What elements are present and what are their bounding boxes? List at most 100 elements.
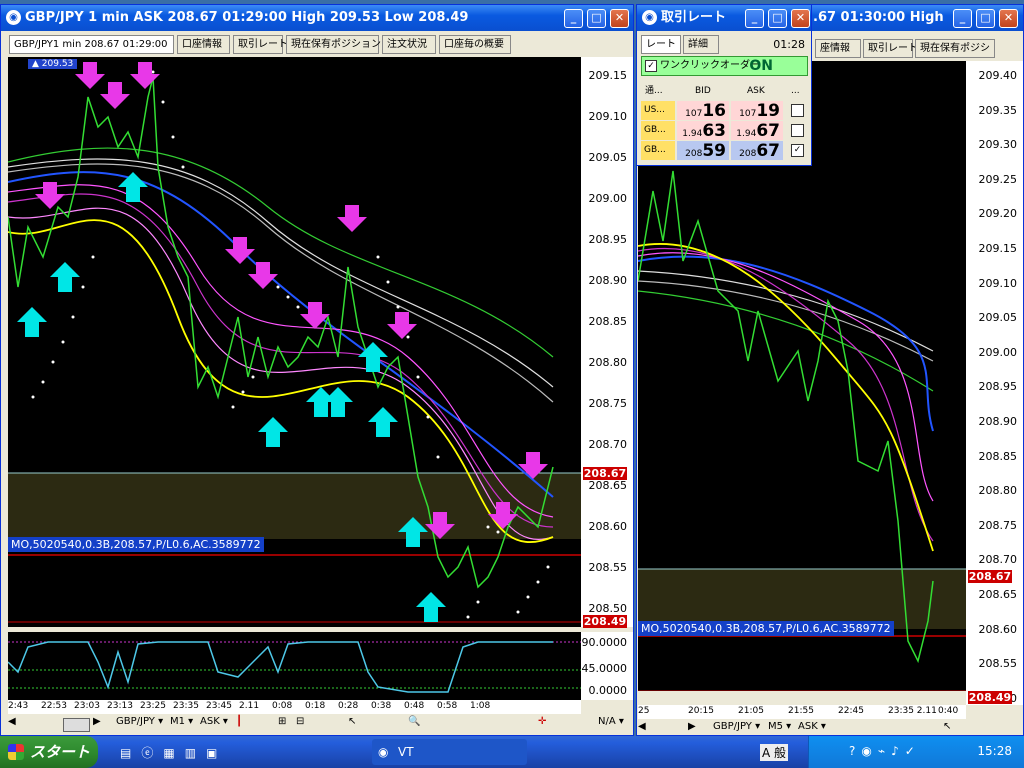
tab-positions[interactable]: 現在保有ポジション: [286, 35, 381, 54]
system-tray: ?◉⌁♪✓ 15:28: [808, 736, 1024, 768]
ask-cell[interactable]: 1.9467: [731, 121, 783, 141]
ask-big: 67: [756, 141, 780, 161]
time-tick: 0:40: [938, 706, 959, 716]
side-select[interactable]: ASK ▾: [798, 721, 826, 732]
taskbar-item-vt[interactable]: ◉ VT: [372, 739, 527, 765]
rate-table-header: 通... BID ASK ...: [641, 81, 806, 101]
price-tick: 208.65: [588, 479, 628, 492]
scroll-left-button[interactable]: ◀: [8, 716, 16, 727]
row-checkbox[interactable]: [791, 124, 804, 137]
sell-arrow: [248, 262, 278, 289]
tab-trade-rate[interactable]: 取引レート: [233, 35, 288, 54]
scrollbar-thumb[interactable]: [63, 718, 90, 732]
oneclick-checkbox[interactable]: ✓: [645, 60, 657, 72]
taskbar: スタート ▤ⓔ▦▥▣ ◉ VT A 般 ?◉⌁♪✓ 15:28: [0, 736, 1024, 768]
time-tick: 0:18: [305, 701, 326, 711]
zoom-in-icon[interactable]: ⊞: [278, 716, 286, 727]
scroll-right-button[interactable]: ▶: [688, 721, 696, 732]
ime-bar[interactable]: A 般: [760, 744, 789, 761]
timeframe-select[interactable]: M1 ▾: [170, 716, 193, 727]
maximize-button[interactable]: □: [587, 9, 606, 28]
side-select[interactable]: ASK ▾: [200, 716, 228, 727]
desktop-icon[interactable]: ▤: [120, 746, 141, 760]
sell-arrow: [337, 205, 367, 232]
minimize-button[interactable]: _: [564, 9, 583, 28]
ie-icon[interactable]: ⓔ: [141, 746, 163, 760]
rate-row[interactable]: GB... 20859 20867 ✓: [641, 141, 806, 161]
price-tick: 209.10: [978, 276, 1018, 290]
rate-window-titlebar[interactable]: ◉ 取引レート _ □ ✕: [637, 5, 811, 31]
maximize-button[interactable]: □: [976, 9, 995, 28]
ask-small: 1.94: [736, 129, 757, 139]
tab-orders[interactable]: 注文状況: [382, 35, 436, 54]
pair-select[interactable]: GBP/JPY ▾: [116, 716, 163, 727]
tab-chart[interactable]: GBP/JPY1 min 208.67 01:29:00: [9, 35, 174, 54]
price-tick: 208.90: [978, 415, 1018, 428]
low-price-tag: 208.49: [583, 615, 627, 628]
tray-icons[interactable]: ?◉⌁♪✓: [849, 744, 921, 758]
scroll-left-button[interactable]: ◀: [638, 721, 646, 732]
rate-row[interactable]: GB... 1.9463 1.9467: [641, 121, 806, 141]
folder-icon[interactable]: ▣: [206, 746, 227, 760]
time-axis: 2:43 22:53 23:03 23:13 23:25 23:35 23:45 2.11 0:…: [8, 700, 581, 714]
buy-arrow: [17, 307, 47, 337]
minimize-button[interactable]: _: [745, 9, 764, 28]
tab-detail[interactable]: 詳細: [683, 35, 719, 54]
tab-positions[interactable]: 現在保有ポジシ: [915, 39, 995, 58]
position-label[interactable]: MO,5020540,0.3B,208.57,P/L0.6,AC.3589772: [638, 621, 894, 636]
buy-arrow: [416, 592, 446, 622]
rate-time: 01:28: [773, 38, 805, 51]
ask-cell[interactable]: 10719: [731, 101, 783, 121]
start-button[interactable]: スタート: [0, 736, 98, 768]
time-tick: 23:03: [74, 701, 100, 711]
rate-row[interactable]: US... 10716 10719: [641, 101, 806, 121]
doc-icon[interactable]: ▥: [185, 746, 206, 760]
tab-account-info[interactable]: 口座情報: [177, 35, 230, 54]
bid-cell[interactable]: 1.9463: [677, 121, 729, 141]
cursor-icon[interactable]: ↖: [348, 716, 356, 727]
sell-arrow: [100, 82, 130, 109]
bid-cell[interactable]: 10716: [677, 101, 729, 121]
tab-rate[interactable]: レート: [641, 35, 681, 54]
task-label: VT: [398, 745, 414, 759]
sell-arrow: [130, 62, 160, 89]
minimize-button[interactable]: _: [953, 9, 972, 28]
maximize-button[interactable]: □: [768, 9, 787, 28]
scroll-right-button[interactable]: ▶: [93, 716, 101, 727]
close-button[interactable]: ✕: [791, 9, 810, 28]
time-tick: 23:45: [206, 701, 232, 711]
row-checkbox[interactable]: ✓: [791, 144, 804, 157]
row-checkbox[interactable]: [791, 104, 804, 117]
bid-small: 1.94: [682, 129, 703, 139]
sell-arrow: [75, 62, 105, 89]
ask-cell[interactable]: 20867: [731, 141, 783, 161]
sell-arrow: [387, 312, 417, 339]
close-button[interactable]: ✕: [999, 9, 1018, 28]
timeframe-select[interactable]: M5 ▾: [768, 721, 791, 732]
close-button[interactable]: ✕: [610, 9, 629, 28]
app-shortcut-icon[interactable]: ▦: [163, 746, 184, 760]
price-tick: 208.50: [588, 602, 628, 615]
oneclick-order-toggle[interactable]: ✓ ワンクリックオーダー ON: [641, 56, 808, 76]
price-tick: 208.95: [588, 233, 628, 246]
zoom-out-icon[interactable]: ⊟: [296, 716, 304, 727]
tab-trade-rate[interactable]: 取引レート: [863, 39, 918, 58]
oneclick-state: ON: [749, 58, 773, 74]
crosshair-icon[interactable]: ✛: [538, 716, 546, 727]
candle-icon[interactable]: ┃: [236, 716, 242, 727]
bid-cell[interactable]: 20859: [677, 141, 729, 161]
oscillator-chart[interactable]: [8, 632, 581, 700]
na-select[interactable]: N/A ▾: [598, 716, 624, 727]
tab-account-summary[interactable]: 口座毎の概要: [439, 35, 511, 54]
search-icon[interactable]: 🔍: [408, 716, 420, 727]
position-label[interactable]: MO,5020540,0.3B,208.57,P/L0.6,AC.3589772: [8, 537, 264, 552]
main-chart-window: ◉ GBP/JPY 1 min ASK 208.67 01:29:00 High…: [0, 4, 634, 736]
pair-select[interactable]: GBP/JPY ▾: [713, 721, 760, 732]
price-tick: 208.55: [588, 561, 628, 574]
second-price-axis: 209.40 209.35 209.30 209.25 209.20 209.15 209.…: [966, 61, 1023, 705]
cursor-icon[interactable]: ↖: [943, 721, 951, 732]
main-window-titlebar[interactable]: ◉ GBP/JPY 1 min ASK 208.67 01:29:00 High…: [1, 5, 633, 31]
price-chart[interactable]: ▲ 209.53 MO,5020540,0.3B,208.57,P/L0.6,A…: [8, 57, 581, 627]
tab-account-info[interactable]: 座情報: [815, 39, 861, 58]
time-tick: 2:43: [8, 701, 29, 711]
